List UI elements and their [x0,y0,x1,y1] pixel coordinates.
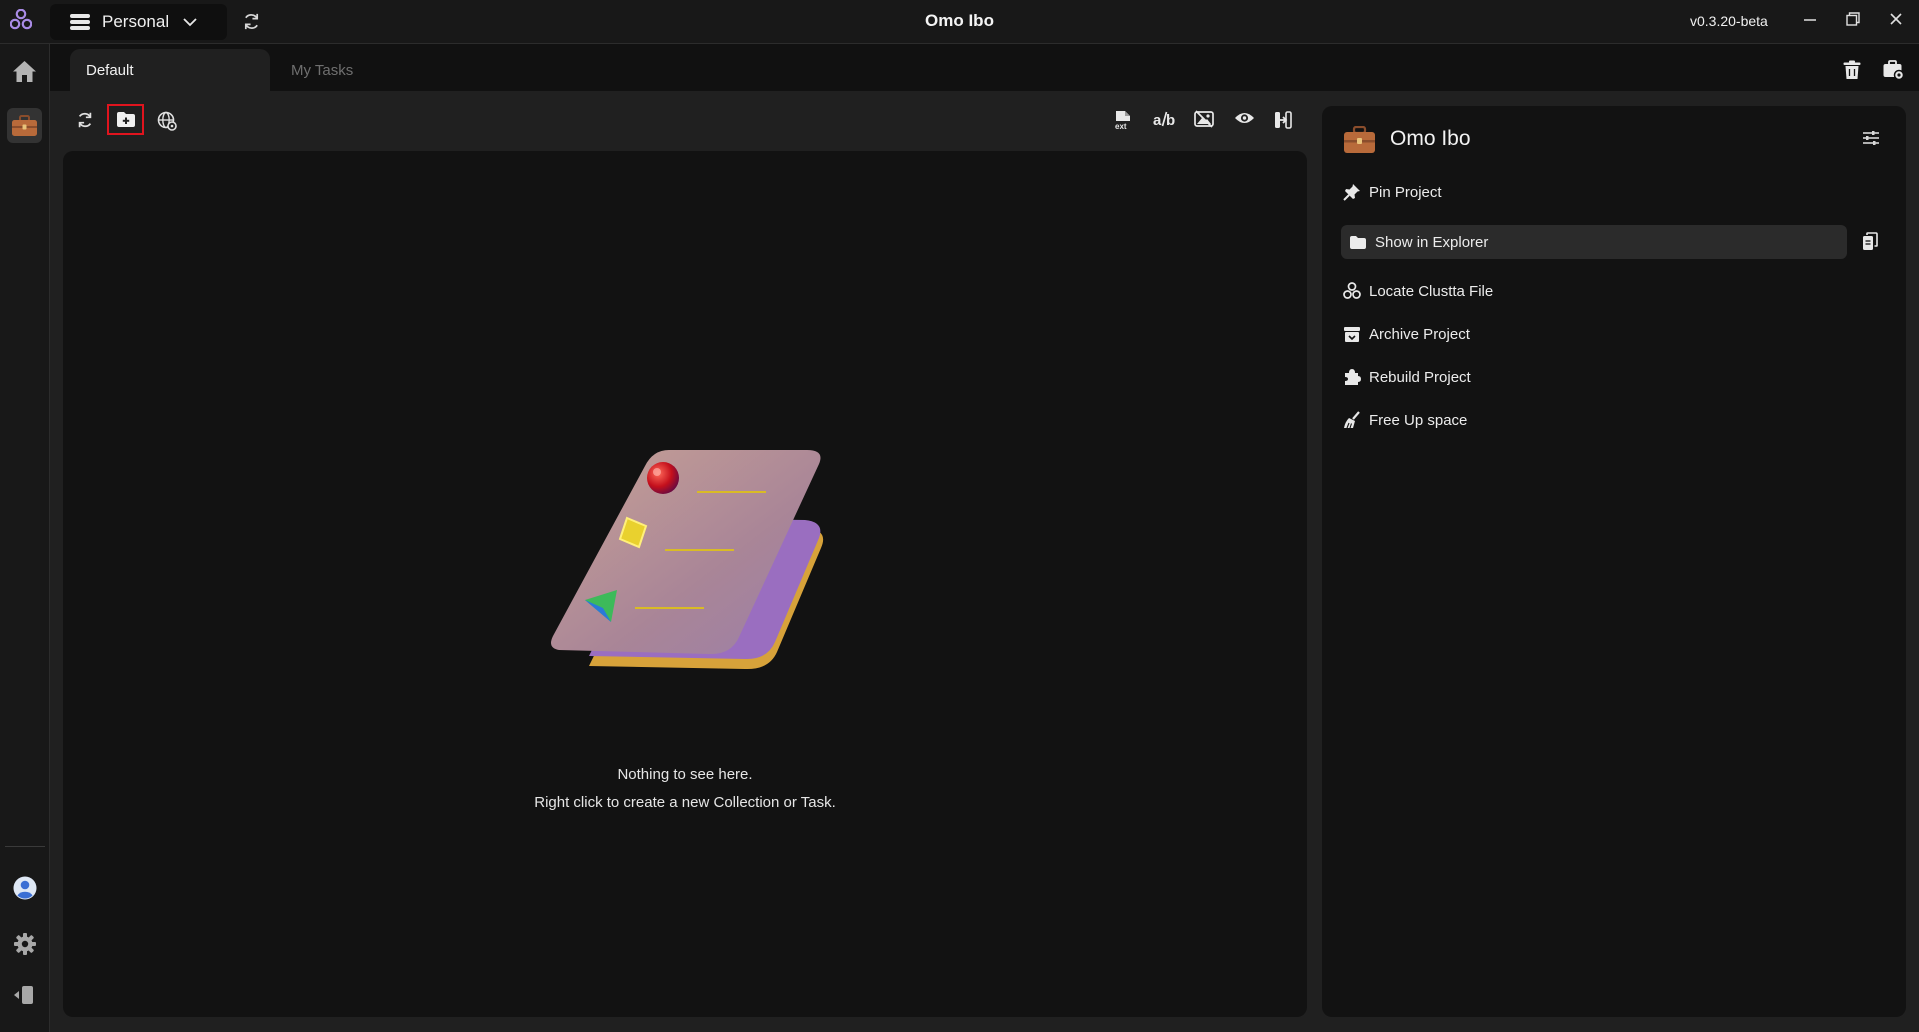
folder-icon [1350,235,1366,249]
refresh-icon [78,112,92,128]
trash-button[interactable] [1843,60,1861,80]
pin-icon [1343,184,1360,201]
tab-default[interactable]: Default [70,49,270,91]
locate-clustta-file-action[interactable]: Locate Clustta File [1343,279,1493,303]
export-button[interactable] [1274,110,1292,130]
eye-icon [1235,113,1254,123]
panel-settings-button[interactable] [1862,130,1880,146]
workspace-label: Personal [102,12,170,31]
svg-text:b: b [1166,112,1175,128]
action-label: Free Up space [1369,411,1468,429]
toolbox-button[interactable] [1883,60,1904,80]
file-extension-icon: ext [1115,111,1130,130]
svg-text:ext: ext [1115,122,1127,130]
sync-button[interactable] [242,12,261,31]
web-settings-button[interactable] [157,111,177,131]
gear-icon [14,933,36,955]
project-title: Omo Ibo [1390,127,1471,150]
projects-button[interactable] [7,108,42,143]
clustta-logo-icon [1343,282,1361,299]
thumbnail-toggle-button[interactable] [1194,110,1214,128]
chevron-down-icon [183,17,197,26]
restore-icon [1846,12,1860,26]
svg-text:a: a [1153,112,1162,128]
a-slash-b-icon: a b [1153,111,1175,128]
image-off-icon [1194,110,1214,128]
globe-gear-icon [157,111,177,131]
puzzle-icon [1345,369,1361,385]
minimize-icon [1804,19,1816,21]
sidebar-collapse-icon [14,986,33,1004]
rebuild-project-action[interactable]: Rebuild Project [1343,365,1471,389]
version-label: v0.3.20-beta [1690,13,1768,29]
folder-plus-icon [116,112,135,127]
tab-my-tasks[interactable]: My Tasks [291,62,353,79]
action-label: Show in Explorer [1375,233,1489,251]
archive-project-action[interactable]: Archive Project [1343,322,1470,346]
maximize-button[interactable] [1846,12,1860,26]
tab-label: Default [86,62,134,79]
broom-icon [1344,411,1360,429]
briefcase-icon [1343,126,1376,154]
home-icon [13,61,36,82]
toolbox-icon [1883,60,1904,80]
empty-state-hint: Right click to create a new Collection o… [534,794,836,811]
refresh-button[interactable] [76,111,94,129]
collapse-sidebar-button[interactable] [13,984,35,1006]
settings-button[interactable] [13,932,37,956]
rename-toggle-button[interactable]: a b [1153,110,1175,128]
archive-icon [1344,326,1360,342]
extension-filter-button[interactable]: ext [1114,110,1132,130]
new-collection-button[interactable] [107,104,144,135]
sliders-icon [1863,131,1879,145]
workspace-selector[interactable]: Personal [50,4,227,40]
app-logo-icon [10,9,32,31]
home-button[interactable] [12,60,37,83]
user-avatar-icon [13,876,37,900]
database-icon [70,14,90,30]
action-label: Rebuild Project [1369,368,1471,386]
account-button[interactable] [13,876,37,900]
empty-state-illustration [545,450,835,680]
trash-icon [1843,60,1861,79]
rail-divider [5,846,45,847]
copy-icon [1863,232,1878,250]
action-label: Locate Clustta File [1369,282,1494,300]
action-label: Pin Project [1369,183,1442,201]
minimize-button[interactable] [1803,12,1817,26]
action-label: Archive Project [1369,325,1470,343]
empty-state-title: Nothing to see here. [617,766,753,783]
copy-path-button[interactable] [1862,232,1878,251]
show-in-explorer-action[interactable]: Show in Explorer [1341,225,1847,259]
close-icon [1890,13,1902,25]
visibility-toggle-button[interactable] [1234,110,1255,126]
close-button[interactable] [1889,12,1903,26]
title-bar [0,0,1919,44]
free-up-space-action[interactable]: Free Up space [1343,408,1467,432]
refresh-icon [244,13,259,30]
import-export-icon [1275,111,1292,129]
pin-project-action[interactable]: Pin Project [1343,180,1442,204]
briefcase-icon [12,114,37,136]
